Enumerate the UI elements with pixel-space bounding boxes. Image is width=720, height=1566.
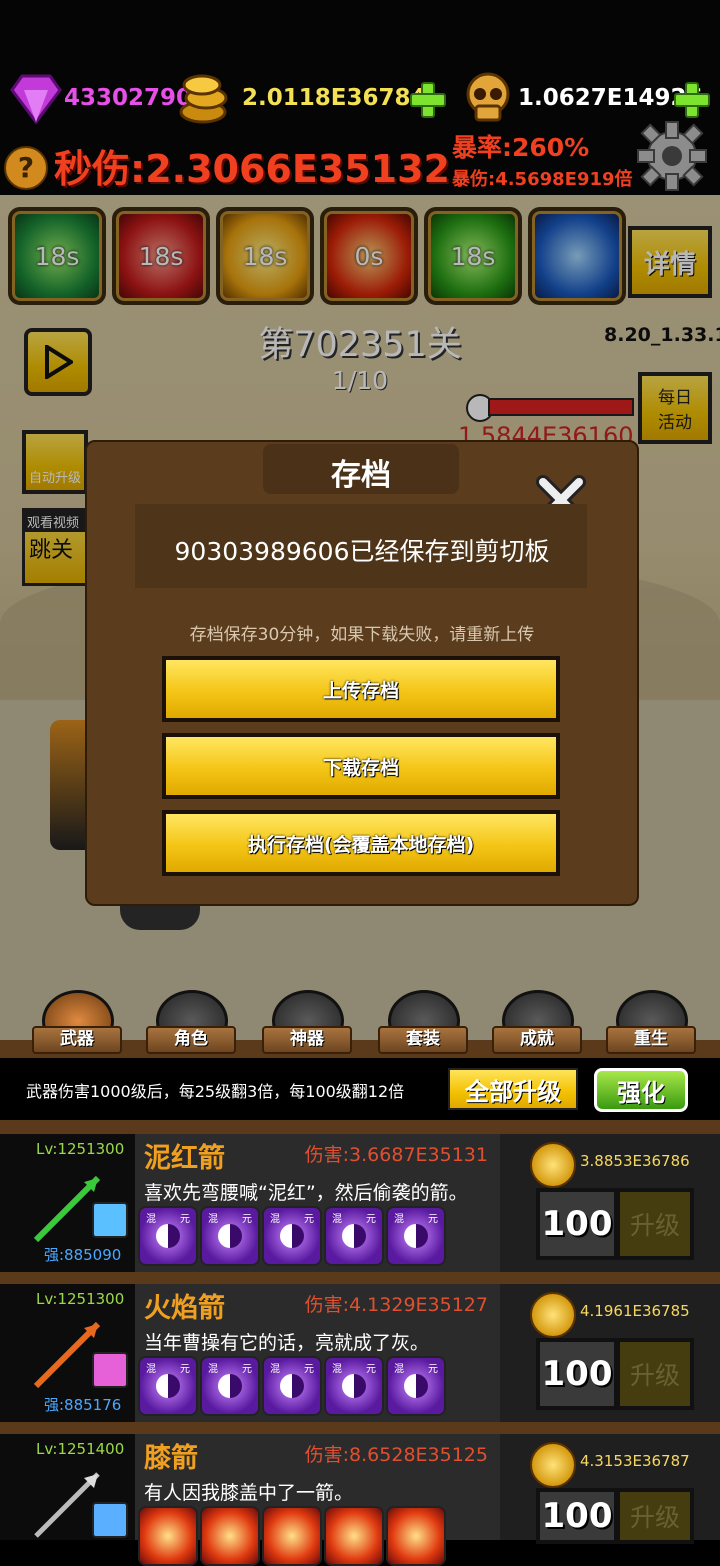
weapon-level: Lv:1251300: [36, 1140, 125, 1158]
save-dialog: 存档 90303989606已经保存到剪切板 存档保存30分钟，如果下载失败，请…: [85, 440, 639, 906]
save-message: 90303989606已经保存到剪切板: [174, 537, 550, 566]
yin-yang-gem-icon: 混元: [200, 1206, 260, 1266]
save-note: 存档保存30分钟，如果下载失败，请重新上传: [189, 625, 535, 645]
tab-rebirth[interactable]: 重生: [606, 990, 696, 1060]
weapon-strength: 强:885176: [44, 1396, 122, 1414]
fire-gem-icon: [262, 1506, 322, 1566]
gem-count: 43302790: [64, 85, 193, 111]
yin-yang-gem-icon: 混元: [324, 1356, 384, 1416]
execute-save-button[interactable]: 执行存档(会覆盖本地存档): [162, 810, 560, 876]
save-dialog-title: 存档: [331, 458, 391, 493]
download-save-button[interactable]: 下载存档: [162, 733, 560, 799]
tab-sets[interactable]: 套装: [378, 990, 468, 1060]
yin-yang-gem-icon: 混元: [200, 1356, 260, 1416]
list-divider: [0, 1422, 720, 1434]
upgrade-cost: 4.1961E36785: [580, 1302, 690, 1320]
yin-yang-gem-icon: 混元: [262, 1356, 322, 1416]
list-divider: [0, 1272, 720, 1284]
upgrade-button[interactable]: 升级: [616, 1488, 694, 1544]
help-icon[interactable]: ?: [4, 146, 48, 190]
weapon-description: 有人因我膝盖中了一箭。: [144, 1482, 354, 1504]
weapon-row: Lv:1251300 强:885090 泥红箭 伤害:3.6687E35131 …: [0, 1134, 720, 1272]
gem-icon: [10, 72, 62, 125]
add-skull-button[interactable]: [672, 80, 710, 118]
weapon-row: Lv:1251400 膝箭 伤害:8.6528E35125 有人因我膝盖中了一箭…: [0, 1434, 720, 1566]
tab-weapons[interactable]: 武器: [32, 990, 122, 1060]
add-gold-button[interactable]: [408, 80, 446, 118]
upgrade-button[interactable]: 升级: [616, 1188, 694, 1260]
weapon-name: 泥红箭: [144, 1143, 225, 1174]
gold-coin-icon: [530, 1142, 576, 1188]
upgrade-cost: 3.8853E36786: [580, 1152, 690, 1170]
yin-yang-gem-icon: 混元: [386, 1356, 446, 1416]
upgrade-cost: 4.3153E36787: [580, 1452, 690, 1470]
weapon-info-text: 武器伤害1000级后，每25级翻3倍，每100级翻12倍: [26, 1082, 405, 1101]
yin-yang-gem-icon: 混元: [386, 1206, 446, 1266]
dps-label: 秒伤:2.3066E35132: [54, 147, 450, 191]
weapon-description: 喜欢先弯腰喊“泥红”，然后偷袭的箭。: [144, 1182, 468, 1204]
fire-gem-icon: [200, 1506, 260, 1566]
weapon-strength: 强:885090: [44, 1246, 122, 1264]
weapon-row: Lv:1251300 强:885176 火焰箭 伤害:4.1329E35127 …: [0, 1284, 720, 1422]
crit-rate: 暴率:260%: [452, 133, 590, 162]
weapon-damage: 伤害:4.1329E35127: [304, 1294, 488, 1316]
fire-gem-icon: [386, 1506, 446, 1566]
crit-damage: 暴伤:4.5698E919倍: [452, 169, 633, 190]
yin-yang-gem-icon: 混元: [262, 1206, 322, 1266]
upgrade-all-button[interactable]: 全部升级: [448, 1068, 578, 1110]
gold-coin-icon: [530, 1292, 576, 1338]
yin-yang-gem-icon: 混元: [324, 1206, 384, 1266]
gold-coin-icon: [530, 1442, 576, 1488]
yin-yang-gem-icon: 混元: [138, 1206, 198, 1266]
tab-achievements[interactable]: 成就: [492, 990, 582, 1060]
weapon-gem-slot[interactable]: [92, 1502, 128, 1538]
skull-icon: [462, 72, 514, 124]
upgrade-quantity-button[interactable]: 100: [536, 1338, 618, 1410]
weapon-level: Lv:1251400: [36, 1440, 125, 1458]
fire-gem-icon: [324, 1506, 384, 1566]
settings-gear-icon[interactable]: [636, 120, 708, 192]
tab-artifacts[interactable]: 神器: [262, 990, 352, 1060]
weapon-level: Lv:1251300: [36, 1290, 125, 1308]
upgrade-quantity-button[interactable]: 100: [536, 1188, 618, 1260]
upgrade-button[interactable]: 升级: [616, 1338, 694, 1410]
yin-yang-gem-icon: 混元: [138, 1356, 198, 1416]
weapon-name: 火焰箭: [144, 1293, 225, 1324]
upgrade-quantity-button[interactable]: 100: [536, 1488, 618, 1544]
fire-gem-icon: [138, 1506, 198, 1566]
list-divider: [0, 1120, 720, 1134]
weapon-description: 当年曹操有它的话，亮就成了灰。: [144, 1332, 430, 1354]
gold-count: 2.0118E36784: [242, 85, 427, 111]
weapon-damage: 伤害:8.6528E35125: [304, 1444, 488, 1466]
weapon-damage: 伤害:3.6687E35131: [304, 1144, 488, 1166]
gold-coin-stack-icon: [176, 72, 230, 124]
upload-save-button[interactable]: 上传存档: [162, 656, 560, 722]
weapon-name: 膝箭: [144, 1443, 198, 1474]
enhance-button[interactable]: 强化: [594, 1068, 688, 1112]
tab-characters[interactable]: 角色: [146, 990, 236, 1060]
weapon-gem-slot[interactable]: [92, 1352, 128, 1388]
weapon-gem-slot[interactable]: [92, 1202, 128, 1238]
